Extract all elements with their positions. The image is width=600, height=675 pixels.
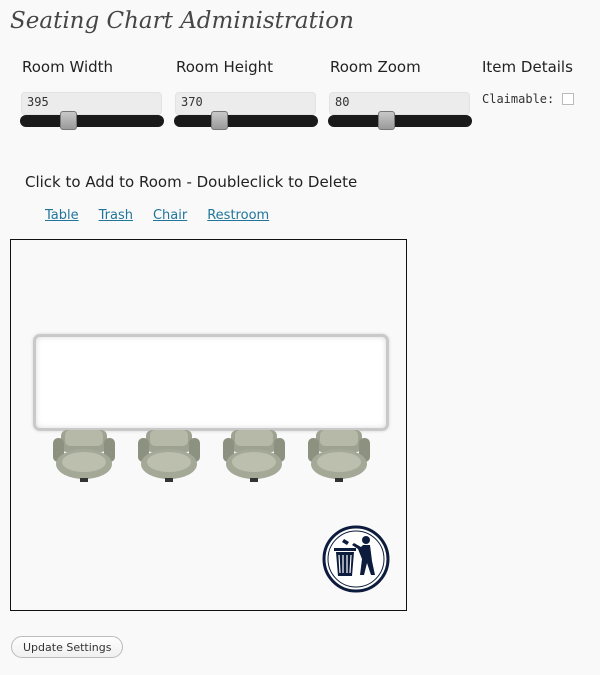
room-table[interactable]	[33, 334, 389, 431]
instructions-text: Click to Add to Room - Doubleclick to De…	[25, 173, 358, 191]
add-table-link[interactable]: Table	[45, 208, 79, 223]
trash-bin-icon[interactable]	[322, 525, 390, 593]
room-height-input[interactable]: 370	[175, 92, 316, 115]
room-chair[interactable]	[51, 430, 117, 486]
room-width-input[interactable]: 395	[21, 92, 162, 115]
claimable-checkbox[interactable]	[562, 93, 575, 105]
add-restroom-link[interactable]: Restroom	[207, 208, 269, 223]
add-chair-link[interactable]: Chair	[153, 208, 187, 223]
room-width-control: Room Width 395	[20, 58, 164, 130]
room-zoom-slider-handle[interactable]	[377, 111, 395, 130]
update-settings-button[interactable]: Update Settings	[11, 636, 124, 658]
room-height-slider[interactable]	[174, 111, 318, 130]
item-details-panel: Item Details Claimable:	[482, 58, 597, 106]
room-zoom-label: Room Zoom	[330, 58, 421, 76]
room-height-control: Room Height 370	[174, 58, 318, 130]
room-chair[interactable]	[136, 430, 202, 486]
room-zoom-control: Room Zoom 80	[328, 58, 472, 130]
room-height-slider-handle[interactable]	[210, 111, 228, 130]
room-zoom-slider[interactable]	[328, 111, 472, 130]
claimable-label: Claimable:	[482, 92, 555, 106]
toolbox: Table Trash Chair Restroom	[45, 208, 269, 223]
room-zoom-input[interactable]: 80	[329, 92, 470, 115]
page-title: Seating Chart Administration	[10, 8, 354, 34]
claimable-row: Claimable:	[482, 92, 575, 106]
room-width-slider-handle[interactable]	[59, 111, 77, 130]
room-chair[interactable]	[306, 430, 372, 486]
room-width-label: Room Width	[22, 58, 114, 76]
room-chair[interactable]	[221, 430, 287, 486]
add-trash-link[interactable]: Trash	[99, 208, 133, 223]
room-height-label: Room Height	[176, 58, 274, 76]
room-width-slider[interactable]	[20, 111, 164, 130]
room-canvas[interactable]	[10, 239, 407, 611]
item-details-title: Item Details	[482, 58, 573, 76]
